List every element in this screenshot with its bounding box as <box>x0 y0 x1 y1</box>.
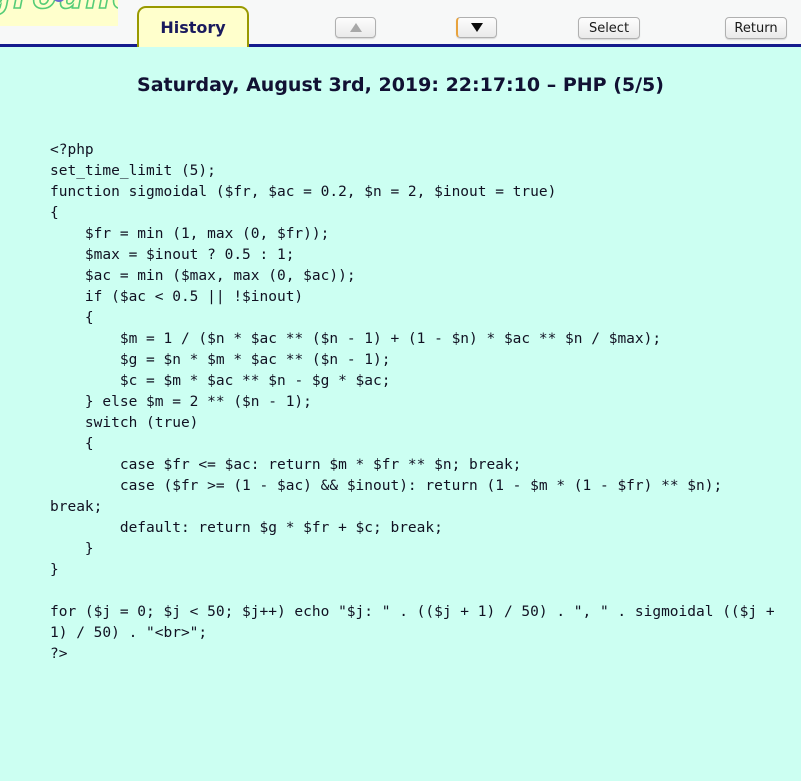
tab-history-label: History <box>160 18 226 37</box>
return-button-label: Return <box>734 20 778 36</box>
select-button[interactable]: Select <box>578 17 640 39</box>
page-title: Saturday, August 3rd, 2019: 22:17:10 – P… <box>137 74 664 96</box>
chevron-down-icon <box>471 23 483 32</box>
select-button-label: Select <box>588 20 630 36</box>
scroll-down-button[interactable] <box>456 17 497 38</box>
return-button[interactable]: Return <box>725 17 787 39</box>
tab-history[interactable]: History <box>137 6 249 47</box>
site-logo[interactable]: ground <box>0 0 118 26</box>
content-area: Saturday, August 3rd, 2019: 22:17:10 – P… <box>0 47 801 781</box>
chevron-up-icon <box>349 23 362 32</box>
code-listing: <?php set_time_limit (5); function sigmo… <box>50 142 775 662</box>
scroll-up-button[interactable] <box>335 17 376 38</box>
logo-text: ground <box>0 0 118 18</box>
toolbar: ground History Select Return <box>0 0 801 47</box>
